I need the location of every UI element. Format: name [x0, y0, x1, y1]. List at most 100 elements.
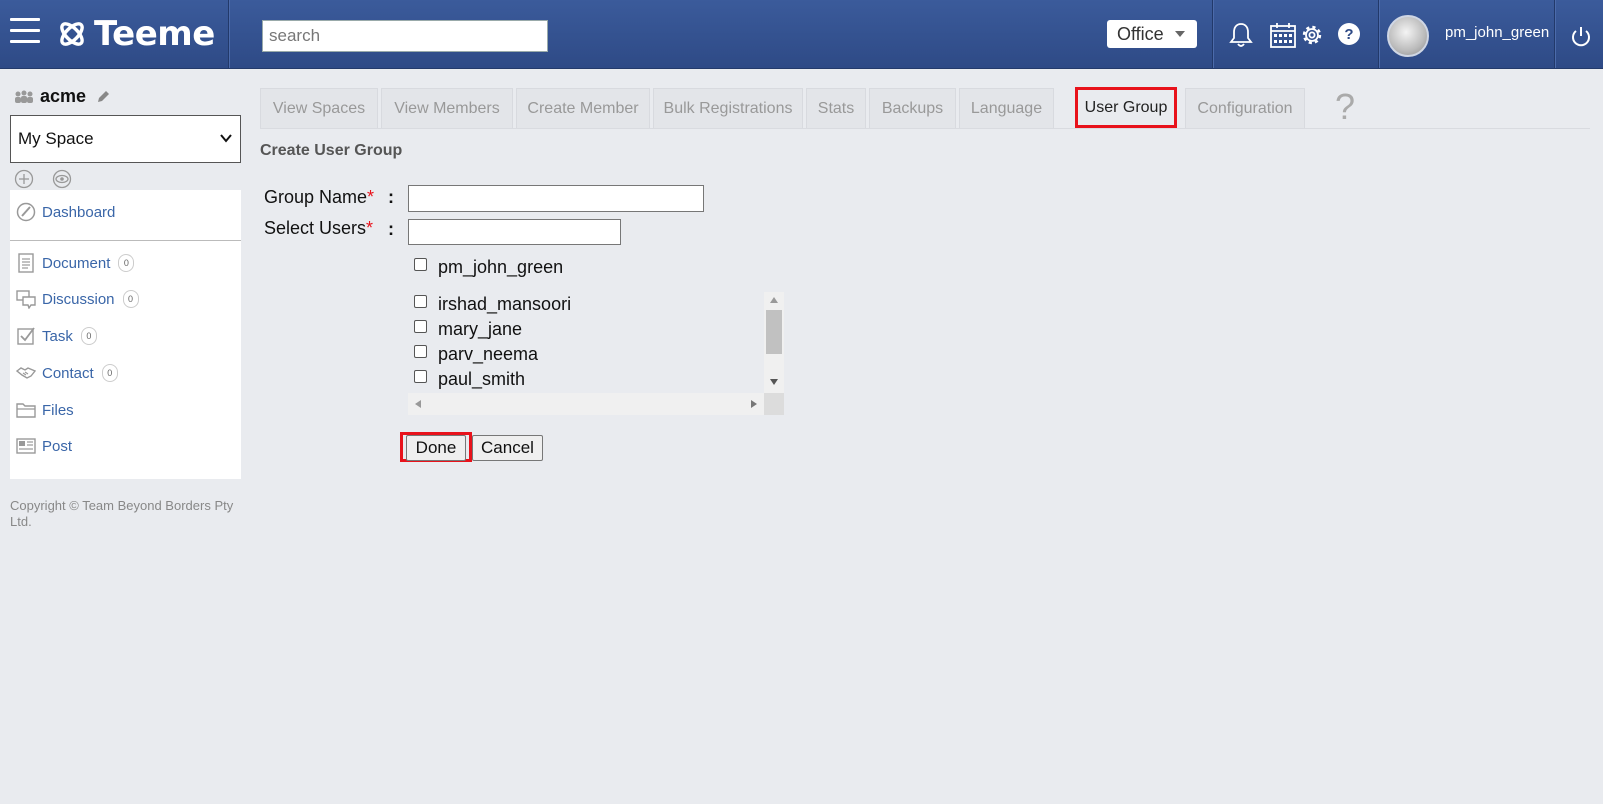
tab-backups[interactable]: Backups — [869, 88, 956, 128]
space-select-value: My Space — [18, 129, 94, 148]
horizontal-scrollbar[interactable] — [408, 393, 764, 415]
sidebar-item-label: Contact — [42, 364, 94, 382]
tab-underline — [260, 128, 1590, 129]
sidebar-item-label: Document — [42, 254, 111, 272]
sidebar-item-label: Post — [42, 437, 73, 455]
gear-icon[interactable] — [1299, 22, 1325, 48]
scrollbar-thumb[interactable] — [766, 310, 782, 354]
menu-icon[interactable] — [10, 18, 40, 48]
user-checkbox[interactable] — [414, 345, 427, 358]
sidebar-item-label: Discussion — [42, 290, 115, 308]
group-name-label: Group Name* — [264, 187, 374, 208]
colon: : — [388, 187, 394, 207]
discussion-icon — [16, 290, 36, 309]
space-actions — [14, 169, 72, 189]
space-select[interactable]: My Space — [10, 115, 241, 163]
help-icon[interactable]: ? — [1337, 22, 1361, 46]
calendar-icon[interactable] — [1270, 22, 1296, 48]
required-asterisk: * — [366, 218, 374, 238]
space-header: acme — [14, 86, 110, 107]
sidebar-item-files[interactable]: Files — [16, 400, 74, 420]
count-badge: 0 — [101, 364, 118, 382]
sidebar-item-post[interactable]: Post — [16, 436, 72, 456]
office-label: Office — [1117, 23, 1164, 44]
power-icon[interactable] — [1570, 26, 1592, 48]
select-users-label: Select Users* — [264, 218, 373, 239]
sidebar-item-label: Files — [42, 401, 74, 419]
user-label: parv_neema — [438, 344, 539, 364]
required-asterisk: * — [367, 187, 375, 207]
task-checkbox-icon — [17, 327, 35, 345]
divider — [10, 240, 241, 241]
brand-logo[interactable]: Teeme — [56, 14, 215, 54]
view-eye-icon[interactable] — [52, 169, 72, 189]
divider — [1554, 0, 1555, 68]
page-title: Create User Group — [260, 142, 403, 159]
document-icon — [18, 253, 34, 273]
scroll-right-arrow-icon[interactable] — [751, 400, 757, 408]
scroll-up-arrow-icon[interactable] — [770, 297, 778, 303]
group-name-label-text: Group Name — [264, 187, 368, 207]
sidebar-item-label: Dashboard — [42, 203, 116, 221]
sidebar-item-contact[interactable]: Contact 0 — [16, 363, 118, 383]
count-badge: 0 — [80, 327, 97, 345]
scroll-down-arrow-icon[interactable] — [770, 379, 778, 385]
select-users-label-text: Select Users — [264, 218, 367, 238]
chevron-down-icon — [220, 134, 232, 143]
edit-pencil-icon[interactable] — [96, 90, 110, 104]
sidebar-item-document[interactable]: Document 0 — [16, 253, 135, 273]
user-label: pm_john_green — [438, 257, 564, 277]
tab-language[interactable]: Language — [959, 88, 1054, 128]
top-bar: Teeme Office ? pm_john_green — [0, 0, 1603, 69]
username[interactable]: pm_john_green — [1445, 24, 1549, 41]
tab-view-spaces[interactable]: View Spaces — [260, 88, 378, 128]
tab-bulk-registrations[interactable]: Bulk Registrations — [653, 88, 803, 128]
user-checkbox[interactable] — [414, 295, 427, 308]
divider — [228, 0, 229, 68]
office-dropdown[interactable]: Office — [1107, 20, 1197, 48]
sidebar-item-task[interactable]: Task 0 — [16, 326, 97, 346]
colon: : — [388, 219, 394, 239]
svg-text:?: ? — [1344, 26, 1353, 43]
divider — [1212, 0, 1213, 68]
sidebar-item-label: Task — [42, 327, 73, 345]
post-board-icon — [16, 438, 36, 454]
user-checkbox[interactable] — [414, 370, 427, 383]
user-label: paul_smith — [438, 369, 526, 389]
brand-name: Teeme — [94, 14, 215, 54]
help-question-icon[interactable]: ? — [1335, 86, 1355, 128]
tab-configuration[interactable]: Configuration — [1185, 88, 1305, 128]
bell-icon[interactable] — [1229, 22, 1253, 48]
user-checkbox[interactable] — [414, 320, 427, 333]
sidebar-item-discussion[interactable]: Discussion 0 — [16, 289, 139, 309]
caret-down-icon — [1175, 31, 1185, 37]
avatar[interactable] — [1387, 15, 1429, 57]
search-input[interactable] — [262, 20, 548, 52]
space-name: acme — [40, 86, 87, 106]
dashboard-gauge-icon — [16, 202, 36, 222]
cancel-button[interactable]: Cancel — [472, 435, 543, 461]
sidebar-item-dashboard[interactable]: Dashboard — [16, 202, 115, 222]
tab-create-member[interactable]: Create Member — [516, 88, 650, 128]
count-badge: 0 — [118, 254, 135, 272]
user-filter-input[interactable] — [408, 219, 621, 245]
teeme-logo-icon — [60, 22, 84, 46]
scrollbar-corner — [764, 393, 784, 415]
group-name-input[interactable] — [408, 185, 704, 212]
sidebar-nav: Dashboard Document 0 Discussion 0 Task 0… — [10, 190, 241, 479]
add-circle-icon[interactable] — [14, 169, 34, 189]
folder-icon — [16, 403, 36, 418]
copyright-text: Copyright © Team Beyond Borders Pty Ltd. — [10, 498, 234, 529]
user-checkbox[interactable] — [414, 258, 427, 271]
user-label: irshad_mansoori — [438, 294, 572, 314]
done-button[interactable]: Done — [406, 435, 466, 461]
scroll-left-arrow-icon[interactable] — [415, 400, 421, 408]
divider — [1378, 0, 1379, 68]
team-icon — [15, 90, 33, 103]
vertical-scrollbar[interactable] — [764, 292, 784, 393]
tab-stats[interactable]: Stats — [806, 88, 866, 128]
tab-view-members[interactable]: View Members — [381, 88, 513, 128]
tab-user-group[interactable]: User Group — [1075, 87, 1177, 128]
handshake-icon — [16, 367, 36, 379]
count-badge: 0 — [122, 290, 139, 308]
